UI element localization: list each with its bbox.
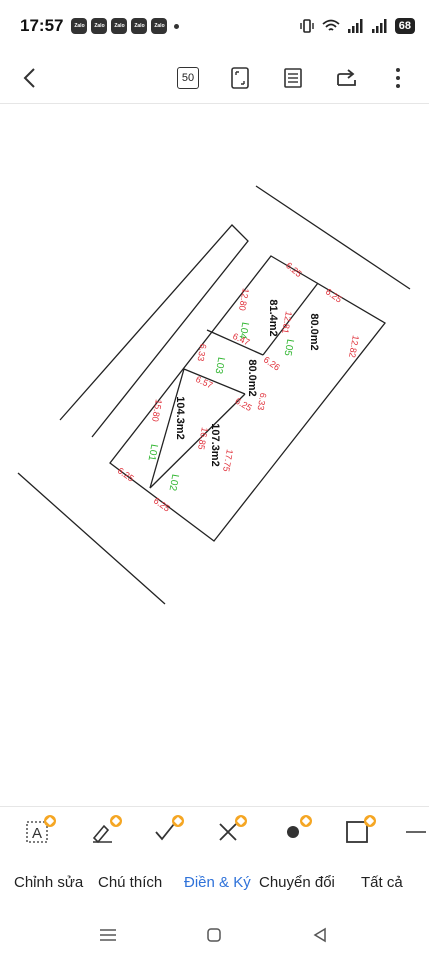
premium-icon [110,815,122,827]
lot-id-label: L03 [213,356,227,375]
tab-all[interactable]: Tất cả [361,874,403,891]
premium-icon [44,815,56,827]
premium-icon [235,815,247,827]
zalo-badge-icon: Zalo [151,18,168,34]
document-page[interactable]: 81.4m2 80.0m2 80.0m2 104.3m2 107.3m2 L04… [0,105,429,805]
annotation-tools: A [0,806,429,856]
dot-icon[interactable] [276,815,312,849]
lot-area-label: 107.3m2 [209,423,221,466]
signal-icon [347,19,363,33]
zalo-badge-icon: Zalo [111,18,128,34]
cross-icon[interactable] [211,815,247,849]
premium-icon [172,815,184,827]
signal-icon [371,19,387,33]
lot-area-label: 80.0m2 [308,313,320,350]
status-time: 17:57 [20,16,64,35]
dimension-label: 15.80 [150,399,164,423]
premium-icon [364,815,376,827]
premium-icon [300,815,312,827]
page-count-button[interactable]: 50 [172,62,204,94]
battery-icon: 68 [394,18,415,34]
back-icon[interactable] [308,924,332,946]
lot-id-label: L05 [282,338,296,357]
menu-icon[interactable] [96,924,120,946]
zalo-badge-icon: Zalo [131,18,148,34]
rectangle-icon[interactable] [340,815,376,849]
dimension-label: 6.25 [233,396,253,413]
checkmark-icon[interactable] [148,815,184,849]
tab-annotate[interactable]: Chú thích [98,874,162,891]
dimension-label: 6.33 [196,343,209,362]
dimension-label: 6.25 [152,495,172,513]
lot-area-label: 104.3m2 [174,396,186,439]
status-icons: 68 [299,18,415,34]
svg-text:A: A [32,825,42,842]
dimension-label: 6.57 [194,374,214,390]
text-box-icon[interactable]: A [20,815,56,849]
pdf-toolbar: 50 [0,52,429,104]
line-icon[interactable] [402,815,429,849]
lot-area-label: 80.0m2 [246,359,258,396]
lot-id-label: L02 [167,473,181,492]
dimension-label: 6.25 [284,260,304,279]
wifi-icon [322,19,340,31]
home-icon[interactable] [202,924,226,946]
dimension-label: 12.80 [237,288,251,312]
dimension-label: 6.26 [262,354,282,372]
tab-edit[interactable]: Chỉnh sửa [14,874,83,891]
zalo-badge-icon: Zalo [71,18,88,34]
tab-convert[interactable]: Chuyển đổi [259,874,335,891]
lot-id-label: L01 [146,443,160,462]
dimension-label: 12.81 [280,311,294,335]
back-arrow-icon[interactable] [14,62,46,94]
dimension-label: 6.25 [116,465,136,483]
more-notifications-icon [174,23,180,29]
more-icon[interactable] [382,62,414,94]
zalo-badge-icon: Zalo [91,18,108,34]
page-count-icon: 50 [177,67,199,89]
vibrate-icon [300,19,314,33]
tab-fill-sign[interactable]: Điền & Ký [184,874,251,891]
mode-tabs: Chỉnh sửa Chú thích Điền & Ký Chuyển đổi… [0,866,429,902]
fullscreen-icon[interactable] [224,62,256,94]
dimension-label: 6.25 [324,286,344,304]
pen-sign-icon[interactable] [86,815,122,849]
dimension-label: 17.75 [221,449,235,473]
share-icon[interactable] [331,62,363,94]
status-bar: 17:57 Zalo Zalo Zalo Zalo Zalo 68 [0,0,429,52]
outline-icon[interactable] [277,62,309,94]
dimension-label: 12.82 [347,335,361,359]
dimension-label: 16.85 [196,427,210,451]
lot-area-label: 81.4m2 [267,299,279,336]
site-plan-drawing: 81.4m2 80.0m2 80.0m2 104.3m2 107.3m2 L04… [17,185,411,605]
system-nav-bar [0,910,429,960]
